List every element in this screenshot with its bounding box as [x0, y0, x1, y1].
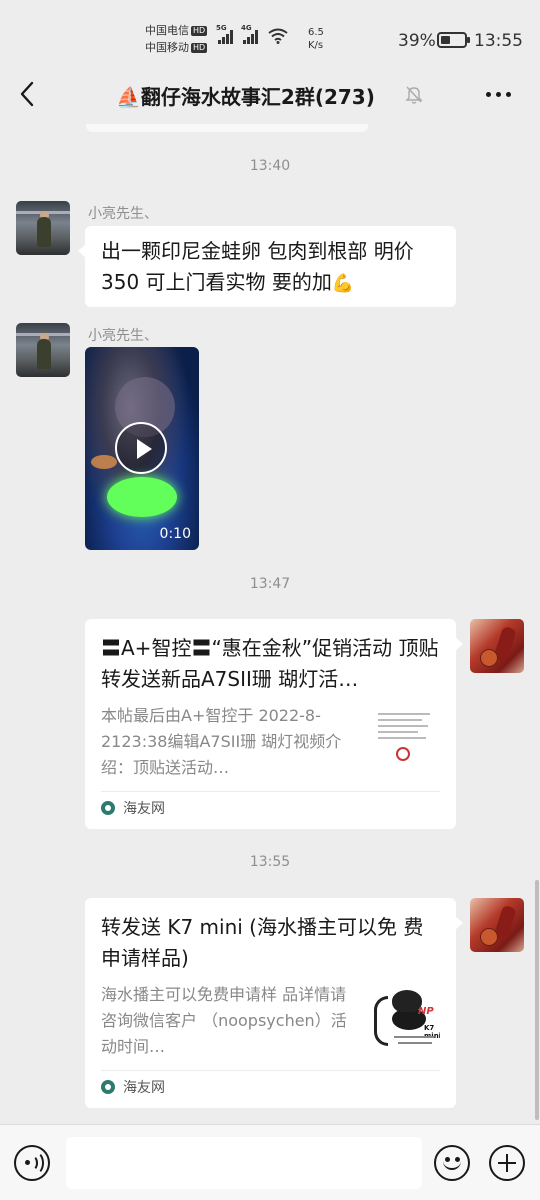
message-input[interactable] — [66, 1137, 422, 1189]
more-dots-icon[interactable] — [486, 84, 518, 104]
voice-input-icon[interactable] — [14, 1145, 50, 1181]
chat-header: ⛵翻仔海水故事汇2群(273) — [0, 64, 540, 124]
message-timestamp: 13:47 — [249, 576, 291, 592]
text-message-bubble[interactable]: 出一颗印尼金蛙卵 包肉到根部 明价 350 可上门看实物 要的加💪 — [78, 226, 456, 307]
status-time: 13:55 — [474, 31, 523, 51]
carrier-info: 中国电信 HD 中国移动 HD — [145, 22, 208, 56]
wifi-icon — [268, 28, 288, 44]
avatar[interactable] — [16, 323, 70, 377]
plus-icon[interactable] — [489, 1145, 525, 1181]
link-description: 海水播主可以免费申请样 品详情请咨询微信客户 （noopsychen）活动时间… — [101, 985, 347, 1056]
link-thumbnail: NP K7 mini — [368, 984, 440, 1056]
video-message[interactable]: 0:10 — [85, 347, 199, 550]
chat-title[interactable]: ⛵翻仔海水故事汇2群(273) — [116, 81, 375, 110]
scrollbar[interactable] — [535, 880, 539, 1120]
battery-icon — [437, 32, 470, 48]
link-card-message[interactable]: 转发送 K7 mini (海水播主可以免 费申请样品) 海水播主可以免费申请样 … — [85, 898, 463, 1108]
message-text: 出一颗印尼金蛙卵 包肉到根部 明价 350 可上门看实物 要的加 — [101, 239, 414, 294]
link-card-message[interactable]: 〓A+智控〓“惠在金秋”促销活动 顶贴转发送新品A7SII珊 瑚灯活… 本帖最后… — [85, 619, 463, 829]
hd-badge: HD — [191, 43, 208, 53]
net-speed: 6.5 K/s — [308, 27, 324, 51]
link-description: 本帖最后由A+智控于 2022-8-2123:38编辑A7SII珊 瑚灯视频介绍… — [101, 706, 342, 777]
signal-icons: 5G 4G — [216, 24, 288, 44]
carrier-1: 中国电信 — [145, 24, 189, 37]
battery-percent: 39% — [398, 31, 436, 51]
hd-badge: HD — [191, 26, 208, 36]
video-duration: 0:10 — [159, 526, 191, 542]
source-name: 海友网 — [123, 1079, 165, 1096]
chat-input-bar — [0, 1124, 540, 1200]
emoji-icon[interactable] — [434, 1145, 470, 1181]
avatar[interactable] — [470, 898, 524, 952]
avatar[interactable] — [470, 619, 524, 673]
bell-off-icon — [405, 86, 423, 104]
signal-4g-icon: 4G — [241, 24, 258, 44]
battery-fill — [441, 36, 450, 44]
chevron-left-icon[interactable] — [16, 80, 40, 108]
avatar[interactable] — [16, 201, 70, 255]
link-source: 海友网 — [101, 791, 440, 823]
play-icon[interactable] — [115, 422, 167, 474]
site-logo-icon — [101, 800, 115, 815]
signal-5g-icon: 5G — [216, 24, 233, 44]
sender-name: 小亮先生、 — [88, 328, 158, 344]
status-bar: 中国电信 HD 中国移动 HD 5G 4G 6.5 K/s 39% 13:55 — [0, 0, 540, 64]
source-name: 海友网 — [123, 800, 165, 817]
site-logo-icon — [101, 1079, 115, 1094]
link-source: 海友网 — [101, 1070, 440, 1102]
link-thumbnail — [368, 705, 440, 777]
previous-message-edge — [86, 124, 368, 132]
link-title: 转发送 K7 mini (海水播主可以免 费申请样品) — [101, 915, 424, 970]
carrier-2: 中国移动 — [145, 41, 189, 54]
sender-name: 小亮先生、 — [88, 206, 158, 222]
message-timestamp: 13:40 — [249, 158, 291, 174]
message-timestamp: 13:55 — [249, 854, 291, 870]
link-title: 〓A+智控〓“惠在金秋”促销活动 顶贴转发送新品A7SII珊 瑚灯活… — [101, 636, 439, 691]
flexed-biceps-icon: 💪 — [331, 273, 355, 294]
